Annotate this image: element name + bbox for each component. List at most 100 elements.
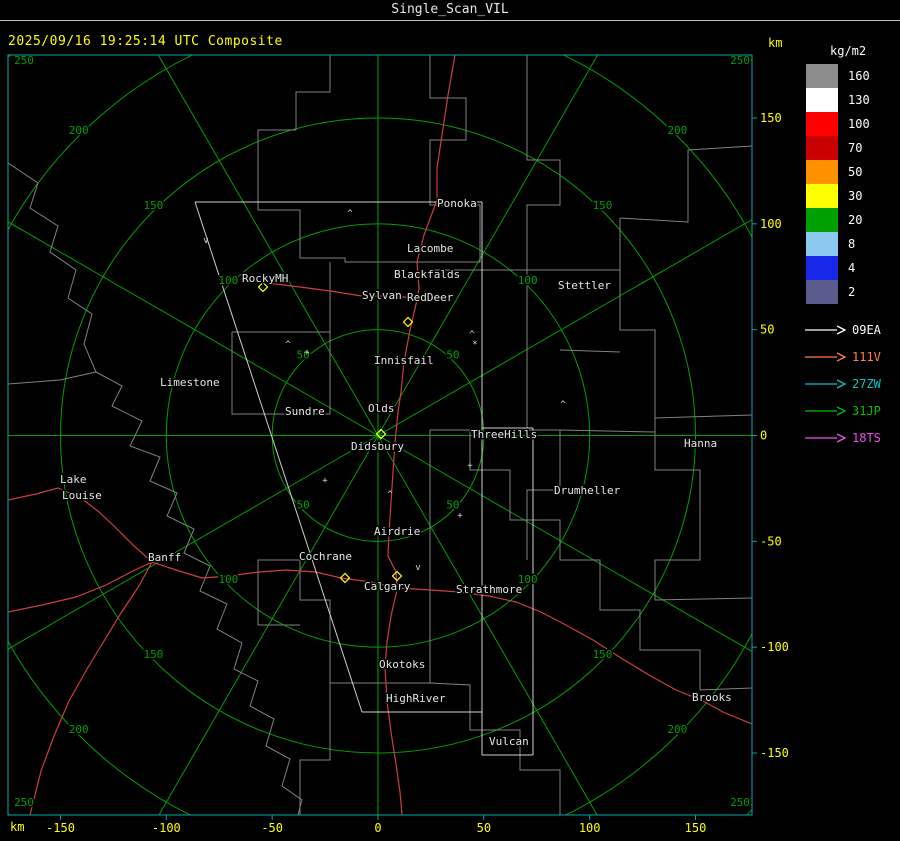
vil-scale-swatch	[806, 64, 838, 88]
county-boundary-line	[95, 371, 303, 815]
radar-id: 27ZW	[852, 376, 881, 391]
vil-scale-swatch	[806, 232, 838, 256]
map-point-marker: +	[467, 461, 473, 471]
county-boundary-line	[429, 682, 561, 815]
map-point-marker: +	[304, 348, 310, 358]
place-label: Drumheller	[554, 484, 621, 497]
map-point-marker: ^	[469, 330, 475, 340]
map-point-marker: +	[457, 511, 463, 521]
right-axis-tick-label: 100	[760, 217, 782, 231]
place-label: Okotoks	[379, 658, 425, 671]
map-point-marker: v	[415, 563, 420, 573]
vil-scale-swatch	[806, 136, 838, 160]
map-point-marker: ^	[285, 340, 291, 350]
county-boundary-line	[8, 162, 97, 373]
radar-arrow-icon	[805, 351, 846, 362]
vil-scale-value: 50	[848, 165, 863, 179]
place-label: Vulcan	[489, 735, 529, 748]
radar-arrow-icon	[805, 378, 846, 389]
range-ring-label: 200	[667, 723, 687, 736]
range-ring-label: 50	[446, 349, 459, 362]
radar-legend-item: 27ZW	[800, 370, 900, 397]
county-boundary-line	[526, 270, 561, 560]
vil-scale-swatch	[806, 184, 838, 208]
vil-scale-item: 70	[800, 136, 900, 160]
vil-scale-swatch	[806, 88, 838, 112]
azimuth-line	[157, 55, 379, 436]
radar-legend-item: 18TS	[800, 424, 900, 451]
radar-id: 31JP	[852, 403, 881, 418]
bottom-axis-tick-label: 0	[374, 821, 381, 835]
map-point-marker: ^	[347, 209, 353, 219]
county-boundary-line	[231, 331, 331, 415]
range-ring-label: 150	[144, 199, 164, 212]
place-label: Louise	[62, 489, 102, 502]
legend-unit-label: kg/m2	[830, 44, 867, 58]
place-label: Stettler	[558, 279, 611, 292]
azimuth-line	[8, 221, 379, 436]
bottom-axis-tick-label: -100	[152, 821, 181, 835]
county-boundary-line	[526, 55, 561, 270]
place-label: Blackfalds	[394, 268, 460, 281]
bottom-axis-tick-label: 50	[477, 821, 491, 835]
place-label: Cochrane	[299, 550, 352, 563]
right-axis-tick-label: -150	[760, 746, 789, 760]
radar-legend-item: 31JP	[800, 397, 900, 424]
vil-scale-value: 70	[848, 141, 863, 155]
bottom-axis-tick-label: -150	[46, 821, 75, 835]
range-ring-label: 50	[297, 498, 310, 511]
vil-color-scale: 160 130 100 70 50 30 20 8 4 2	[800, 64, 900, 304]
vil-scale-item: 50	[800, 160, 900, 184]
vil-scale-swatch	[806, 280, 838, 304]
map-point-marker: +	[322, 476, 328, 486]
azimuth-line	[377, 435, 752, 653]
vil-scale-item: 8	[800, 232, 900, 256]
radar-app-window: Single_Scan_VIL 2025/09/16 19:25:14 UTC …	[0, 0, 900, 841]
right-axis-tick-label: 0	[760, 428, 767, 442]
vil-scale-value: 8	[848, 237, 856, 251]
place-label: HighRiver	[386, 692, 446, 705]
place-label: Olds	[368, 402, 395, 415]
place-label: RockyMH	[242, 272, 288, 285]
radar-legend-item: 09EA	[800, 316, 900, 343]
radar-map-canvas[interactable]: 5050505010010010010015015015015020020020…	[0, 0, 900, 841]
vil-scale-value: 30	[848, 189, 863, 203]
place-label: Brooks	[692, 691, 732, 704]
radar-id-legend: 09EA 111V 27ZW 31JP 18TS	[800, 316, 900, 451]
right-axis-tick-label: 150	[760, 111, 782, 125]
place-label: ThreeHills	[471, 428, 537, 441]
vil-scale-item: 30	[800, 184, 900, 208]
county-boundary-line	[8, 371, 97, 385]
range-ring-label: 50	[446, 498, 459, 511]
map-point-marker: *	[472, 340, 477, 350]
right-axis-tick-label: -100	[760, 640, 789, 654]
map-layers: 5050505010010010010015015015015020020020…	[8, 54, 752, 815]
county-boundary-line	[559, 429, 656, 433]
place-label: Calgary	[364, 580, 411, 593]
map-point-marker: v	[203, 236, 208, 246]
legend-panel: kg/m2 160 130 100 70 50 30 20 8 4 2 09EA 111V 27ZW 3…	[800, 44, 900, 451]
place-label: Banff	[148, 551, 181, 564]
place-label: Hanna	[684, 437, 717, 450]
county-boundary-line	[559, 349, 621, 353]
azimuth-line	[377, 55, 599, 436]
vil-scale-value: 20	[848, 213, 863, 227]
range-ring-label: 250	[14, 54, 34, 67]
radar-arrow-icon	[805, 432, 846, 443]
range-ring-label: 100	[218, 274, 238, 287]
range-ring-label: 150	[593, 648, 613, 661]
range-ring-label: 150	[144, 648, 164, 661]
vil-scale-item: 130	[800, 88, 900, 112]
vil-scale-item: 2	[800, 280, 900, 304]
county-boundary-line	[429, 55, 481, 263]
place-label: Innisfail	[374, 354, 434, 367]
highway-line	[29, 561, 153, 815]
place-label: RedDeer	[407, 291, 454, 304]
vil-scale-swatch	[806, 208, 838, 232]
place-label: Airdrie	[374, 525, 420, 538]
place-label: Ponoka	[437, 197, 477, 210]
range-ring-label: 100	[518, 274, 538, 287]
place-label: Sylvan	[362, 289, 402, 302]
radar-legend-item: 111V	[800, 343, 900, 370]
place-label: Lacombe	[407, 242, 453, 255]
